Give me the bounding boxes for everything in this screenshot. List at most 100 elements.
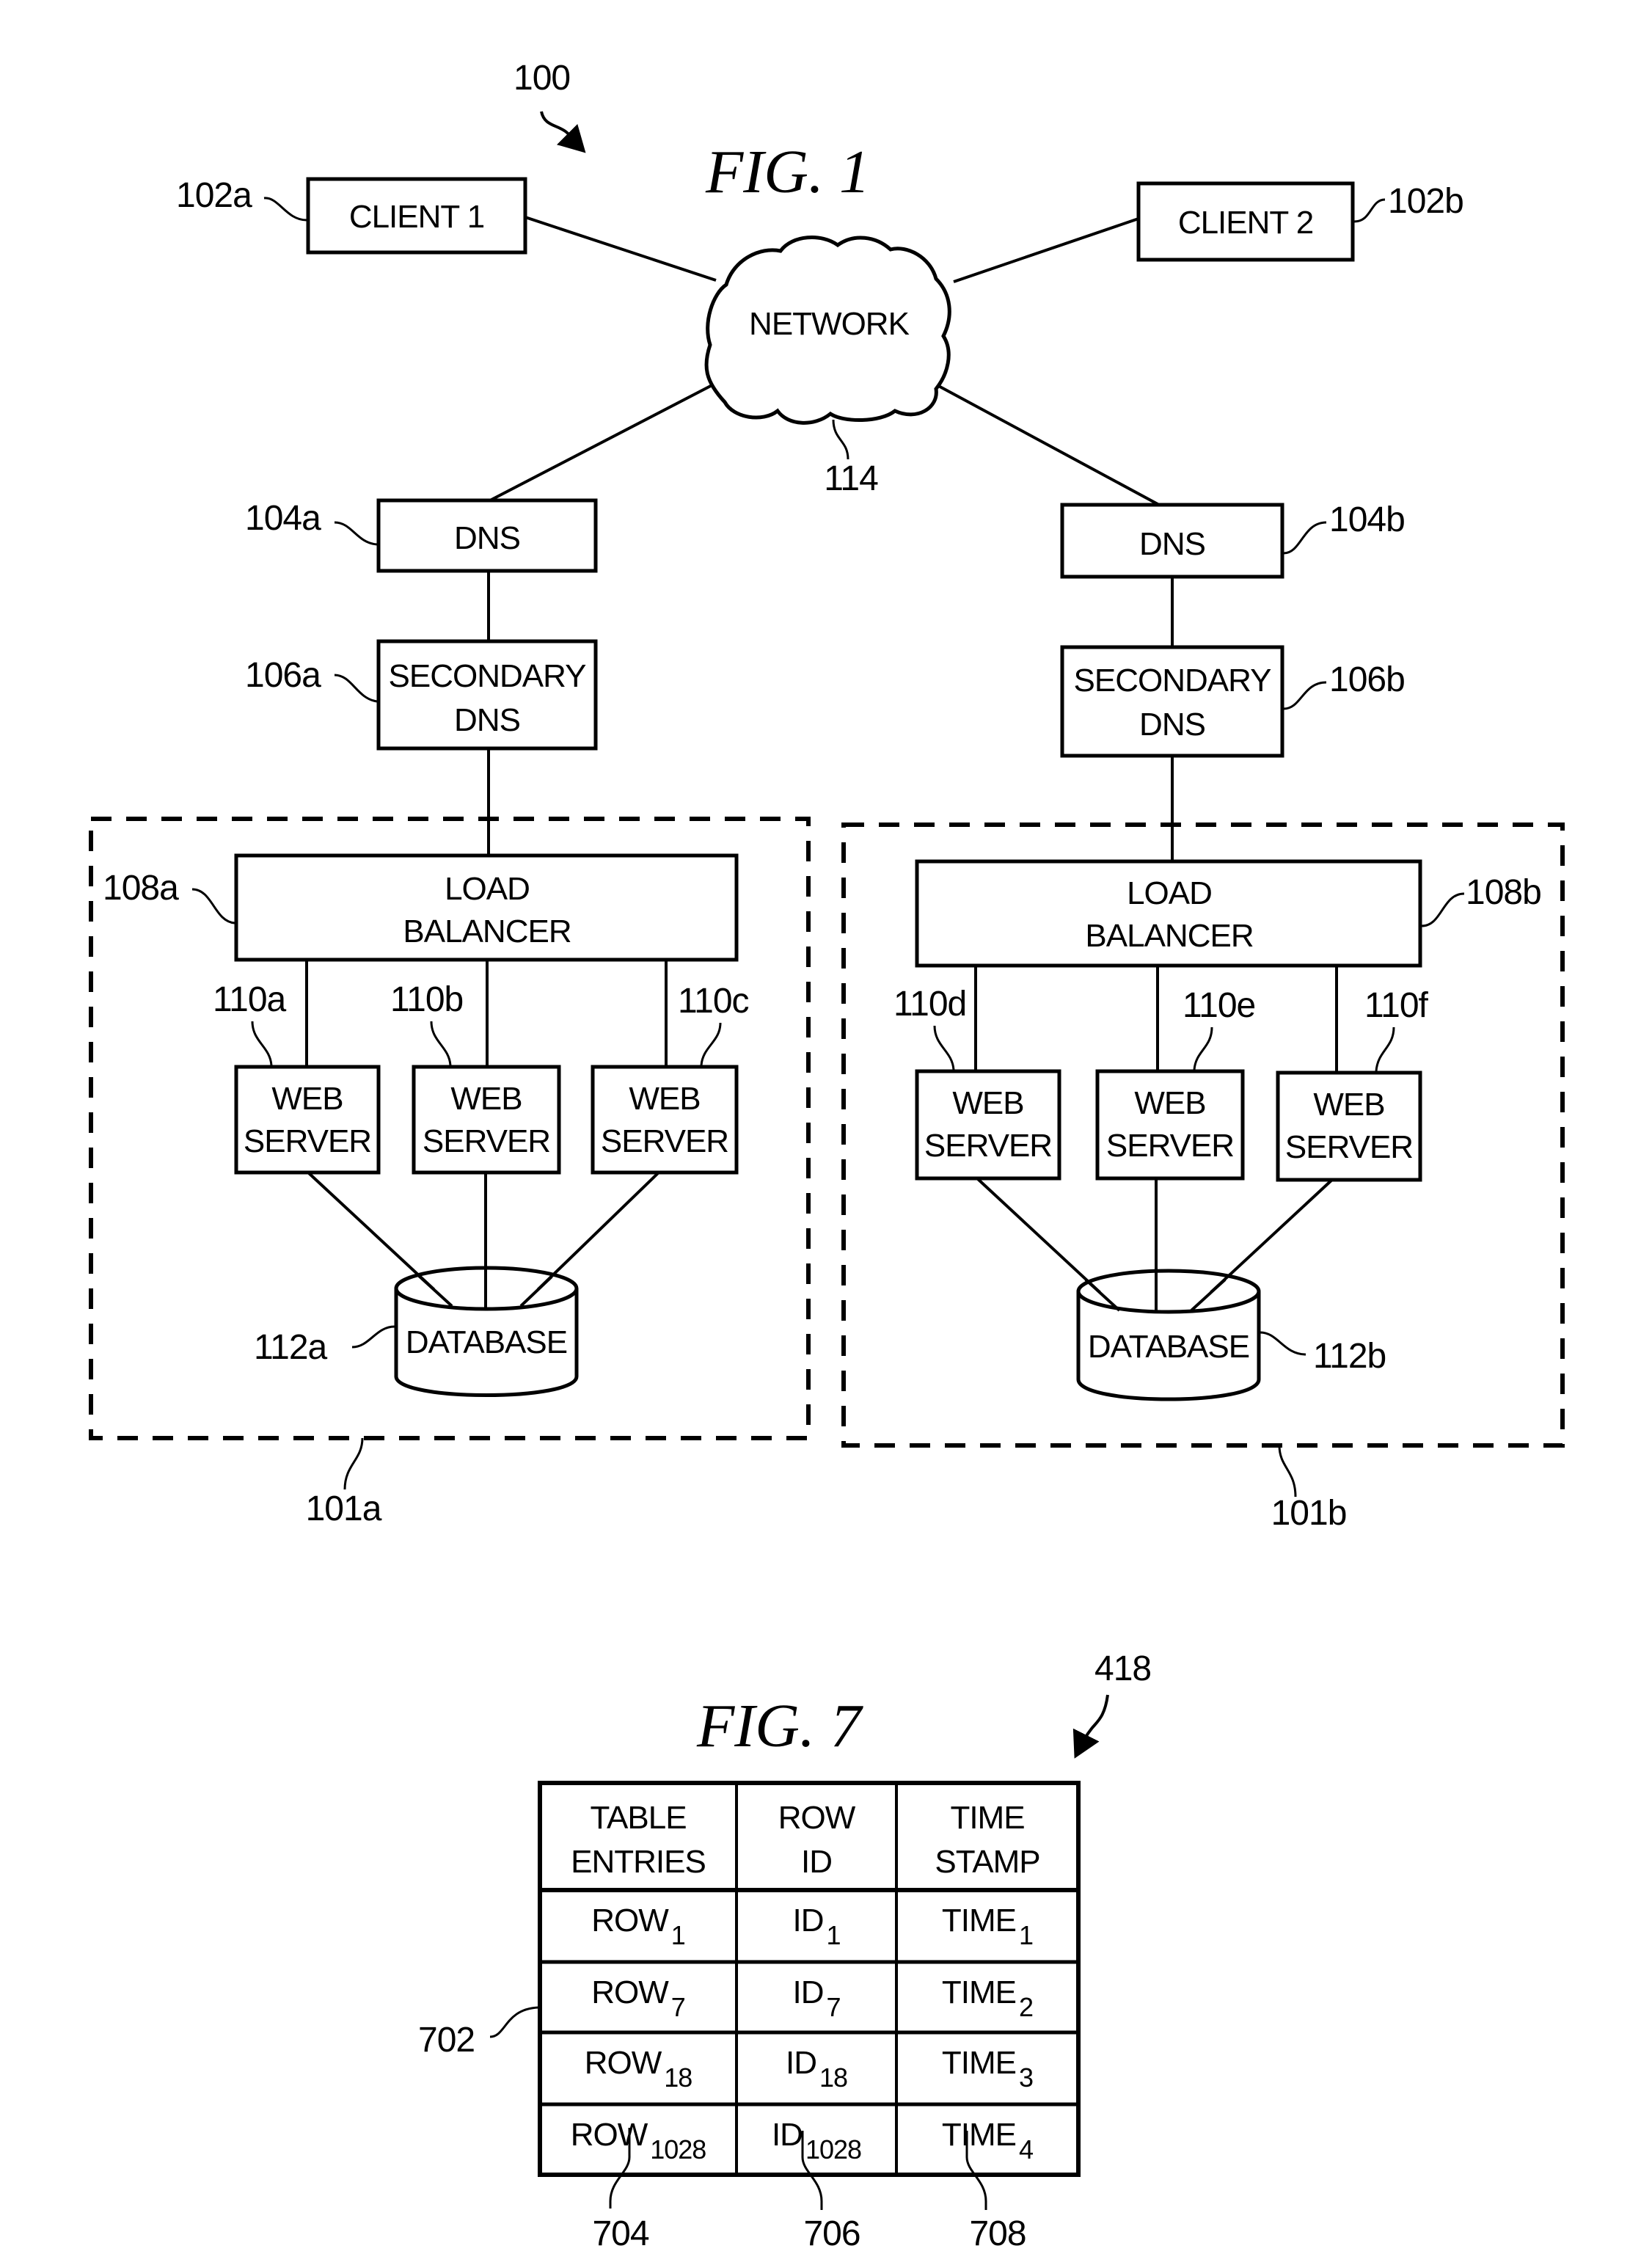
database-a-ref: 112a [254, 1328, 328, 1367]
network-label: NETWORK [749, 306, 910, 342]
network-cloud[interactable]: NETWORK [704, 236, 951, 425]
web-server-110a-ref: 110a [213, 980, 287, 1019]
web-server-110c-line2: SERVER [601, 1123, 728, 1159]
web-server-110e-node[interactable]: WEB SERVER [1095, 1069, 1245, 1181]
figure-7: FIG. 7 4 18 TABLE ENTRIES ROW ID TIME STA… [418, 1649, 1152, 2253]
web-server-110d-node[interactable]: WEB SERVER [915, 1069, 1061, 1181]
cell-base-text: TIME [942, 1903, 1016, 1938]
secondary-dns-a-line1: SECONDARY [389, 658, 587, 694]
cell-subscript: 7 [826, 1992, 840, 2022]
web-server-110b-ref: 110b [390, 980, 463, 1019]
web-server-110c-line1: WEB [629, 1081, 700, 1117]
cell-base-text: ROW [585, 2045, 662, 2081]
rows-ref-label: 702 [418, 2021, 475, 2060]
client-2-ref: 102b [1388, 182, 1463, 221]
cell-subscript: 2 [1019, 1992, 1033, 2022]
site-a-ref: 101a [306, 1489, 382, 1528]
dns-a-node[interactable]: DNS [376, 498, 598, 573]
site-b: 101b DNS 104b SECONDARY DNS 106b LOAD BA… [841, 500, 1565, 1533]
cell-subscript: 1 [1019, 1920, 1033, 1950]
column-704-ref: 704 [592, 2214, 648, 2253]
client-2-leader [1353, 198, 1386, 223]
dns-a-label: DNS [454, 520, 520, 556]
secondary-dns-b-leader [1283, 681, 1327, 710]
column-706-ref: 706 [803, 2214, 860, 2253]
network-dns-a-link [489, 377, 726, 502]
cell-subscript: 18 [664, 2062, 692, 2093]
web-server-110c-ref: 110c [678, 982, 749, 1021]
column-708-ref: 708 [969, 2214, 1026, 2253]
cell-subscript: 7 [671, 1992, 685, 2022]
client-1-node[interactable]: CLIENT 1 [306, 177, 527, 255]
cell-base-text: ROW [571, 2117, 648, 2153]
client-2-node[interactable]: CLIENT 2 [1136, 181, 1355, 262]
cell-base-text: ID [792, 1974, 823, 2010]
database-b-leader [1260, 1331, 1306, 1356]
cell-subscript: 3 [1019, 2062, 1033, 2093]
network-dns-b-link [932, 382, 1160, 506]
web-server-110d-line2: SERVER [924, 1128, 1052, 1164]
header-table-entries-line1: TABLE [590, 1800, 686, 1836]
client2-network-link [953, 217, 1139, 283]
web-server-110d-line1: WEB [952, 1085, 1023, 1121]
secondary-dns-b-line1: SECONDARY [1074, 663, 1272, 699]
header-row-id-line2: ID [801, 1844, 832, 1880]
database-b-node[interactable]: DATABASE [1076, 1269, 1261, 1401]
load-balancer-a-leader [191, 888, 235, 924]
load-balancer-b-line1: LOAD [1127, 875, 1212, 911]
client1-network-link [525, 216, 717, 282]
cell-subscript: 1028 [805, 2134, 861, 2164]
figure-7-title: FIG. 7 [696, 1692, 863, 1760]
secondary-dns-b-node[interactable]: SECONDARY DNS [1060, 645, 1284, 758]
client-2-label: CLIENT 2 [1178, 205, 1313, 241]
database-b-ref: 112b [1313, 1337, 1386, 1376]
site-a: 101a DNS 104a SECONDARY DNS 106a LOAD BA… [89, 498, 811, 1528]
dns-b-node[interactable]: DNS [1060, 503, 1284, 579]
dns-b-leader [1283, 521, 1327, 555]
load-balancer-b-leader [1421, 892, 1465, 927]
system-ref-label: 100 [513, 59, 570, 98]
web-server-110e-leader [1193, 1026, 1213, 1071]
cell-base-text: ROW [591, 1974, 669, 2010]
cell-base-text: ID [772, 2117, 803, 2153]
database-a-label: DATABASE [406, 1324, 567, 1360]
header-time-stamp-line1: TIME [950, 1800, 1024, 1836]
database-a-leader [351, 1325, 395, 1349]
cell-subscript: 18 [819, 2062, 847, 2093]
web-server-110f-line2: SERVER [1285, 1129, 1413, 1165]
secondary-dns-b-line2: DNS [1139, 707, 1205, 743]
web-server-110d-ref: 110d [893, 985, 966, 1024]
network-leader [832, 419, 849, 460]
web-server-110f-leader [1375, 1026, 1395, 1072]
web-server-110b-node[interactable]: WEB SERVER [412, 1065, 561, 1175]
table-ref-arrow-icon [1072, 1694, 1109, 1759]
web-server-110d-leader [933, 1025, 955, 1071]
web-server-110f-node[interactable]: WEB SERVER [1276, 1071, 1422, 1182]
header-table-entries-line2: ENTRIES [571, 1844, 706, 1880]
secondary-dns-b-ref: 106b [1329, 660, 1405, 699]
web-server-110c-node[interactable]: WEB SERVER [591, 1065, 739, 1175]
patent-drawing-sheet: 100 FIG. 1 CLIENT 1 102a CLIENT 2 102b N… [89, 59, 1565, 2253]
load-balancer-a-ref: 108a [103, 869, 179, 908]
site-b-ref: 101b [1271, 1494, 1347, 1533]
client-1-leader [263, 197, 307, 222]
network-ref: 114 [824, 459, 878, 498]
web-server-110a-node[interactable]: WEB SERVER [234, 1065, 381, 1175]
web-server-110b-leader [430, 1021, 452, 1066]
load-balancer-a-node[interactable]: LOAD BALANCER [234, 853, 739, 962]
database-a-node[interactable]: DATABASE [394, 1266, 579, 1397]
web-server-110c-leader [700, 1022, 722, 1066]
dns-a-leader [334, 521, 378, 546]
load-balancer-b-line2: BALANCER [1085, 918, 1253, 954]
load-balancer-b-node[interactable]: LOAD BALANCER [915, 859, 1422, 968]
client-1-ref: 102a [176, 176, 252, 215]
secondary-dns-a-node[interactable]: SECONDARY DNS [376, 639, 598, 751]
dns-b-ref: 104b [1329, 500, 1405, 539]
web-server-110e-line2: SERVER [1106, 1128, 1234, 1164]
cell-subscript: 4 [1019, 2134, 1033, 2164]
header-row-id-line1: ROW [778, 1800, 856, 1836]
secondary-dns-a-leader [334, 674, 378, 703]
web-server-110f-ref: 110f [1364, 986, 1429, 1025]
cell-subscript: 1028 [650, 2134, 706, 2164]
web-server-110f-line1: WEB [1313, 1087, 1384, 1123]
